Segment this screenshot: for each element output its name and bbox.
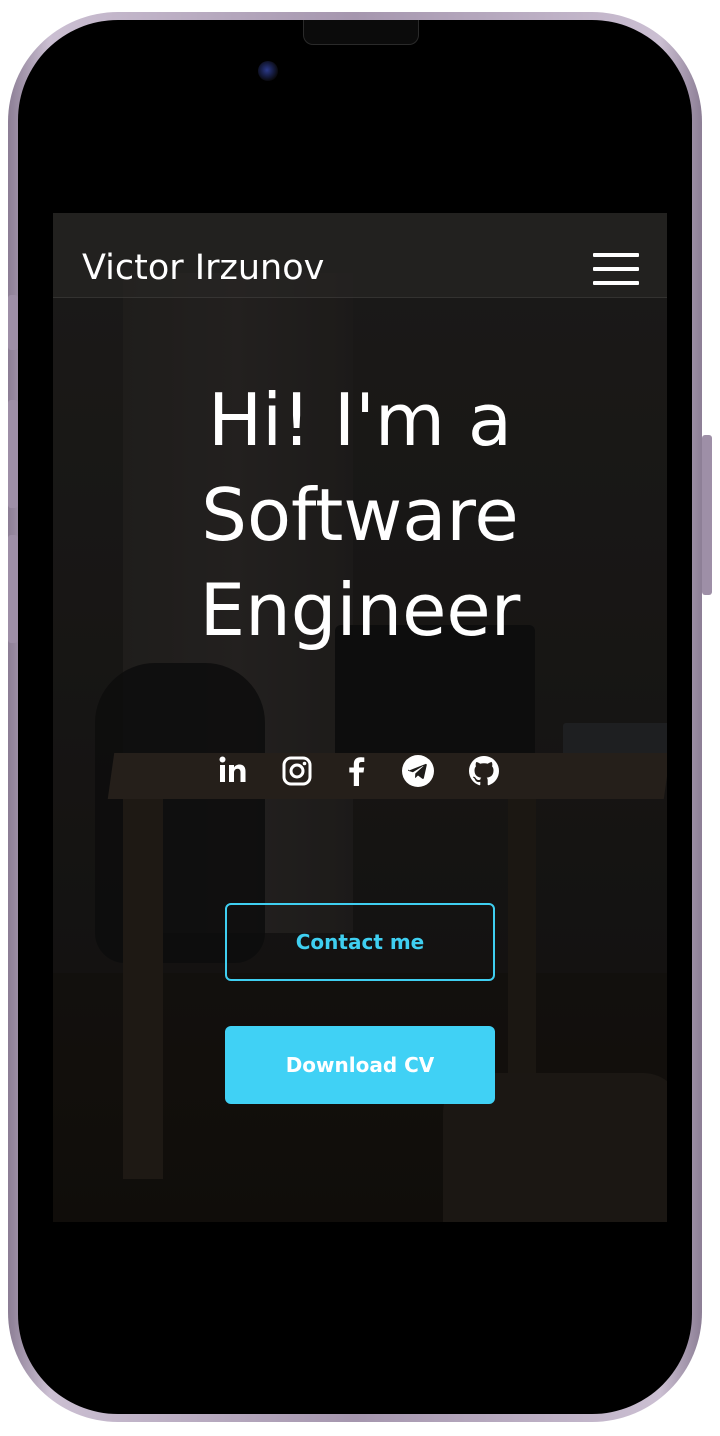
telegram-icon[interactable]	[400, 753, 436, 789]
front-camera	[258, 61, 278, 81]
brand-name[interactable]: Victor Irzunov	[82, 248, 324, 288]
hamburger-menu-icon[interactable]	[593, 253, 639, 287]
linkedin-icon[interactable]	[215, 753, 251, 789]
hero-title-line: Engineer	[199, 568, 521, 652]
side-button-volume-down	[8, 535, 18, 643]
hero-title-line: Software	[201, 473, 519, 557]
facebook-icon[interactable]	[339, 753, 375, 789]
hero-title: Hi! I'm a Software Engineer	[53, 373, 667, 658]
github-icon[interactable]	[466, 753, 502, 789]
instagram-icon[interactable]	[279, 753, 315, 789]
side-button-mute	[8, 295, 18, 350]
screen: Victor Irzunov Hi! I'm a Software Engine…	[53, 213, 667, 1222]
download-cv-button[interactable]: Download CV	[225, 1026, 495, 1104]
social-links	[213, 753, 513, 793]
hero-title-line: Hi! I'm a	[207, 378, 513, 462]
side-button-power	[702, 435, 712, 595]
navbar: Victor Irzunov	[53, 213, 667, 298]
contact-me-button[interactable]: Contact me	[225, 903, 495, 981]
side-button-volume-up	[8, 400, 18, 508]
speaker-notch	[303, 20, 419, 45]
